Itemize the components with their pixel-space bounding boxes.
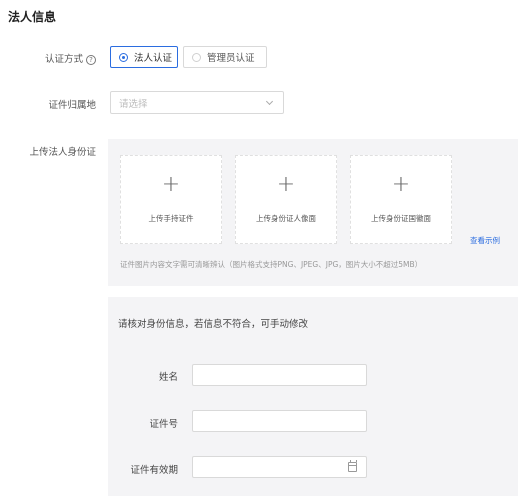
upload-card-portrait[interactable]: + 上传身份证人像面: [235, 155, 337, 244]
chevron-down-icon: [265, 97, 274, 106]
radio-label: 法人认证: [134, 53, 173, 64]
upload-hint: 证件图片内容文字需可清晰辨认（图片格式支持PNG、JPEG、JPG，图片大小不超…: [120, 260, 423, 269]
upload-card-label: 上传身份证人像面: [256, 214, 316, 223]
radio-label: 管理员认证: [207, 53, 255, 64]
id-upload-label: 上传法人身份证: [29, 147, 96, 158]
select-placeholder: 请选择: [119, 98, 148, 110]
plus-icon: +: [276, 172, 296, 197]
plus-icon: +: [161, 172, 181, 197]
section-title: 法人信息: [8, 10, 57, 24]
id-region-select[interactable]: 请选择: [110, 91, 284, 114]
id-region-label: 证件归属地: [48, 100, 96, 111]
upload-card-label: 上传身份证国徽面: [371, 214, 431, 223]
plus-icon: +: [391, 172, 411, 197]
upload-card-handheld[interactable]: + 上传手持证件: [120, 155, 222, 244]
radio-dot-icon: [192, 52, 201, 62]
auth-method-label-text: 认证方式: [44, 54, 83, 65]
id-number-label: 证件号: [149, 419, 178, 430]
name-label: 姓名: [158, 372, 178, 383]
upload-card-emblem[interactable]: + 上传身份证国徽面: [350, 155, 452, 244]
calendar-icon[interactable]: [348, 460, 357, 472]
help-icon[interactable]: ?: [86, 55, 96, 65]
name-input[interactable]: [192, 364, 367, 386]
auth-method-label: 认证方式?: [20, 51, 96, 65]
id-validity-input[interactable]: [192, 456, 367, 478]
radio-legal-person-auth[interactable]: 法人认证: [110, 46, 178, 68]
upload-card-label: 上传手持证件: [148, 214, 194, 223]
id-number-input[interactable]: [192, 410, 367, 432]
view-example-link[interactable]: 查看示例: [470, 235, 500, 246]
upload-panel: + 上传手持证件 + 上传身份证人像面 + 上传身份证国徽面 查看示例 证件图片…: [108, 139, 518, 286]
verify-panel: 请核对身份信息，若信息不符合，可手动修改 姓名 证件号 证件有效期: [108, 297, 518, 496]
radio-admin-auth[interactable]: 管理员认证: [183, 46, 267, 68]
radio-dot-icon: [119, 52, 128, 62]
id-validity-label: 证件有效期: [130, 465, 178, 476]
verify-note: 请核对身份信息，若信息不符合，可手动修改: [118, 319, 309, 330]
